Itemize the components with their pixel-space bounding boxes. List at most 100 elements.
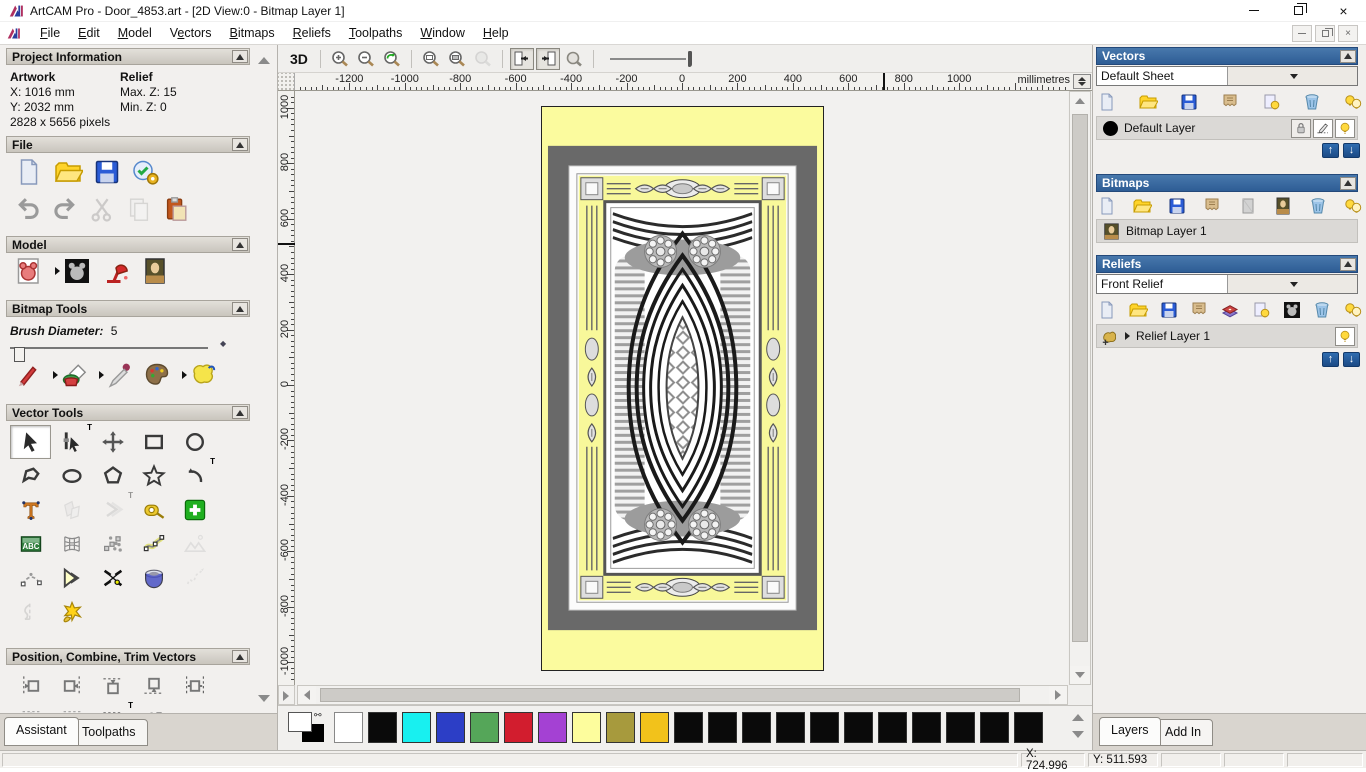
ruler-units-button[interactable] — [1073, 74, 1091, 89]
merge-bitmap-layers[interactable] — [1202, 196, 1222, 216]
collapse-model-button[interactable] — [232, 238, 248, 251]
relief-stack[interactable] — [1220, 300, 1240, 320]
bitmap-preview[interactable] — [1273, 196, 1293, 216]
collapse-position-tools-button[interactable] — [232, 650, 248, 663]
new-relief-layer[interactable] — [1097, 300, 1117, 320]
relief-up-button[interactable]: ↑ — [1322, 352, 1339, 367]
create-arc[interactable] — [174, 459, 215, 493]
layer-edit-button[interactable] — [1313, 118, 1333, 138]
relief-visibility-bulb[interactable] — [1335, 326, 1355, 346]
menu-edit[interactable]: Edit — [69, 23, 109, 43]
collapse-bitmap-tools-button[interactable] — [232, 302, 248, 315]
node-editing[interactable] — [51, 425, 92, 459]
palette-swatch-6[interactable] — [538, 712, 567, 743]
palette-swatch-14[interactable] — [810, 712, 839, 743]
menu-reliefs[interactable]: Reliefs — [284, 23, 340, 43]
mdi-close-button[interactable]: × — [1338, 24, 1358, 42]
extrude-vector[interactable] — [133, 561, 174, 595]
line-width-slider[interactable] — [609, 49, 698, 69]
palette-scroll-down[interactable] — [1072, 731, 1084, 738]
menu-vectors[interactable]: Vectors — [161, 23, 221, 43]
collapse-vectors-button[interactable] — [1340, 49, 1356, 63]
zoom-fit[interactable] — [445, 48, 469, 70]
palette-swatch-12[interactable] — [742, 712, 771, 743]
mdi-restore-button[interactable] — [1315, 24, 1335, 42]
relief-select[interactable]: Front Relief — [1096, 274, 1358, 294]
scroll-down-button[interactable] — [1070, 666, 1090, 684]
palette-swatch-20[interactable] — [1014, 712, 1043, 743]
open-vector-layer[interactable] — [1138, 92, 1158, 112]
restore-button[interactable] — [1276, 0, 1321, 22]
layer-visibility-bulb[interactable] — [1335, 118, 1355, 138]
paint[interactable] — [14, 361, 42, 389]
palette-swatch-9[interactable] — [640, 712, 669, 743]
brush-slider-handle[interactable] — [14, 347, 25, 362]
palette-swatch-2[interactable] — [402, 712, 431, 743]
merge-vector-layers[interactable] — [1220, 92, 1240, 112]
paste-along-curve[interactable] — [92, 527, 133, 561]
mdi-minimize-button[interactable] — [1292, 24, 1312, 42]
flood-fill[interactable] — [60, 361, 88, 389]
delete-vector-layer[interactable] — [1302, 92, 1322, 112]
collapse-project-info-button[interactable] — [232, 50, 248, 63]
open-bitmap-layer[interactable] — [1132, 196, 1153, 216]
show-all-bitmap-layers[interactable] — [1343, 196, 1363, 216]
toggle-layer-visibility[interactable] — [1261, 92, 1281, 112]
palette-swatch-0[interactable] — [334, 712, 363, 743]
transform-vectors[interactable] — [92, 425, 133, 459]
vector-doctor[interactable] — [51, 595, 92, 629]
open-model[interactable] — [53, 157, 83, 187]
merge-relief-layers[interactable] — [1189, 300, 1209, 320]
measure[interactable] — [133, 493, 174, 527]
canvas-vscrollbar[interactable] — [1069, 91, 1091, 685]
edit-bezier[interactable] — [10, 561, 51, 595]
text-on-curve[interactable]: ABC — [10, 527, 51, 561]
toggle-relief-visibility[interactable] — [1251, 300, 1271, 320]
collapse-vector-tools-button[interactable] — [232, 406, 248, 419]
zoom-window[interactable] — [419, 48, 443, 70]
menu-window[interactable]: Window — [411, 23, 473, 43]
palette-swatch-16[interactable] — [878, 712, 907, 743]
create-rectangle[interactable] — [133, 425, 174, 459]
scroll-right-button[interactable] — [1049, 686, 1067, 704]
collapse-bitmaps-button[interactable] — [1340, 176, 1356, 190]
panel-scroll-up[interactable] — [258, 57, 270, 67]
lighting[interactable] — [101, 256, 131, 286]
switch-to-3d-button[interactable]: 3D — [284, 50, 314, 68]
palette-swatch-1[interactable] — [368, 712, 397, 743]
palette-swatch-17[interactable] — [912, 712, 941, 743]
undo[interactable] — [14, 195, 42, 223]
load-bitmap[interactable] — [140, 256, 170, 286]
envelope-distort[interactable] — [51, 527, 92, 561]
tab-toolpaths[interactable]: Toolpaths — [70, 719, 148, 746]
delete-bitmap-layer[interactable] — [1308, 196, 1328, 216]
align-bottom[interactable] — [133, 669, 174, 703]
redo[interactable] — [51, 195, 79, 223]
paste[interactable] — [162, 195, 190, 223]
zoom-previous[interactable] — [380, 48, 404, 70]
clear-bitmap-layer[interactable] — [1238, 196, 1258, 216]
palette-swatch-18[interactable] — [946, 712, 975, 743]
create-ellipse[interactable] — [51, 459, 92, 493]
offset-chevron[interactable] — [51, 561, 92, 595]
previous-view[interactable] — [509, 47, 534, 70]
palette-swatch-19[interactable] — [980, 712, 1009, 743]
align-right[interactable] — [51, 669, 92, 703]
greyscale-preview[interactable] — [1282, 300, 1302, 320]
new-vector-layer[interactable] — [1097, 92, 1117, 112]
ruler-toggle-box[interactable] — [278, 685, 295, 705]
layer-up-button[interactable]: ↑ — [1322, 143, 1339, 158]
create-circle[interactable] — [174, 425, 215, 459]
close-button[interactable]: × — [1321, 0, 1366, 22]
palette-swatch-10[interactable] — [674, 712, 703, 743]
layer-lock-button[interactable] — [1291, 118, 1311, 138]
next-view[interactable] — [535, 47, 560, 70]
block-paste[interactable] — [174, 493, 215, 527]
hscroll-thumb[interactable] — [320, 688, 1020, 702]
vscroll-thumb[interactable] — [1072, 114, 1088, 642]
palette-swatch-13[interactable] — [776, 712, 805, 743]
texture-paint[interactable] — [189, 361, 217, 389]
menu-bitmaps[interactable]: Bitmaps — [220, 23, 283, 43]
delete-relief-layer[interactable] — [1312, 300, 1332, 320]
palette-swatch-11[interactable] — [708, 712, 737, 743]
